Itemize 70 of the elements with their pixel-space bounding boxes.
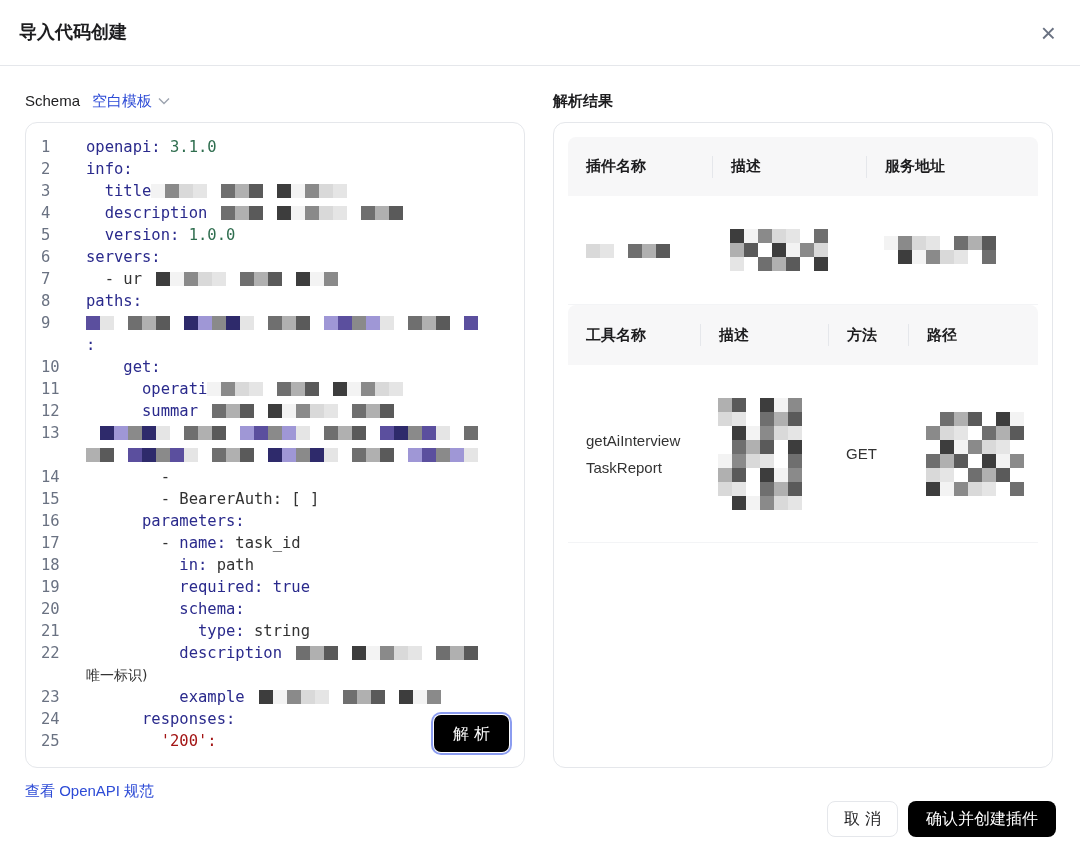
line-number: 10: [40, 357, 61, 378]
line-number: 22: [40, 643, 61, 664]
code-text: parameters:: [141, 511, 245, 532]
schema-label: Schema: [25, 90, 81, 111]
line-number: 23: [40, 687, 61, 708]
code-text: info:: [86, 159, 133, 180]
line-number: 15: [40, 489, 61, 510]
table-cell-text: getAiInterviewTaskReport: [586, 430, 682, 478]
line-number: 8: [40, 291, 52, 312]
code-text: type: string: [197, 621, 310, 642]
code-text: version: 1.0.0: [103, 225, 236, 246]
code-text: paths:: [86, 291, 142, 312]
table-cell-text: GET: [846, 444, 878, 464]
line-number: 20: [40, 599, 61, 620]
result-title: 解析结果: [553, 91, 614, 111]
line-number: 25: [40, 731, 61, 752]
line-number: 3: [40, 181, 52, 202]
parse-button[interactable]: 解 析: [434, 715, 509, 752]
code-text: operati: [141, 379, 208, 400]
code-text: description: [178, 643, 282, 664]
column-header: 描述: [719, 324, 749, 345]
line-number: 11: [40, 379, 61, 400]
chevron-down-icon: [158, 97, 171, 105]
code-text: - ur: [103, 269, 142, 290]
line-number: 1: [40, 137, 52, 158]
column-header: 方法: [847, 324, 877, 345]
code-text: responses:: [141, 709, 236, 730]
code-text: summar: [141, 401, 198, 422]
code-text: schema:: [178, 599, 245, 620]
line-number: 18: [40, 555, 61, 576]
code-text: '200':: [159, 731, 217, 752]
openapi-spec-link[interactable]: 查看 OpenAPI 规范: [25, 780, 155, 803]
code-text: openapi: 3.1.0: [86, 137, 217, 158]
code-text: in: path: [178, 555, 254, 576]
line-number: 12: [40, 401, 61, 422]
column-header: 插件名称: [586, 156, 646, 177]
code-text: :: [86, 335, 96, 356]
line-number: 7: [40, 269, 52, 290]
line-number: 14: [40, 467, 61, 488]
line-number: 24: [40, 709, 61, 730]
code-text: get:: [122, 357, 161, 378]
line-number: 19: [40, 577, 61, 598]
code-text: title: [103, 181, 152, 202]
code-text: -: [159, 467, 170, 488]
line-number: 4: [40, 203, 52, 224]
code-text: description: [103, 203, 208, 224]
code-text: 唯一标识): [86, 666, 148, 685]
code-text: - BearerAuth: [ ]: [159, 489, 320, 510]
dialog-title: 导入代码创建: [19, 21, 127, 44]
code-text: servers:: [86, 247, 161, 268]
line-number: 9: [40, 313, 52, 334]
line-number: 16: [40, 511, 61, 532]
line-number: 2: [40, 159, 52, 180]
column-header: 服务地址: [885, 156, 945, 177]
code-text: example: [178, 687, 245, 708]
line-number: 5: [40, 225, 52, 246]
code-text: required: true: [178, 577, 310, 598]
line-number: 17: [40, 533, 61, 554]
close-button[interactable]: ×: [1040, 19, 1056, 46]
template-dropdown[interactable]: 空白模板: [92, 89, 171, 113]
line-number: 6: [40, 247, 52, 268]
column-header: 工具名称: [586, 324, 646, 345]
line-number: 13: [40, 423, 61, 444]
code-text: - name: task_id: [159, 533, 301, 554]
column-header: 描述: [731, 156, 761, 177]
cancel-button[interactable]: 取 消: [827, 800, 898, 837]
line-number: 21: [40, 621, 61, 642]
code-editor[interactable]: [25, 122, 525, 768]
column-header: 路径: [927, 324, 957, 345]
confirm-create-button[interactable]: 确认并创建插件: [908, 800, 1056, 837]
